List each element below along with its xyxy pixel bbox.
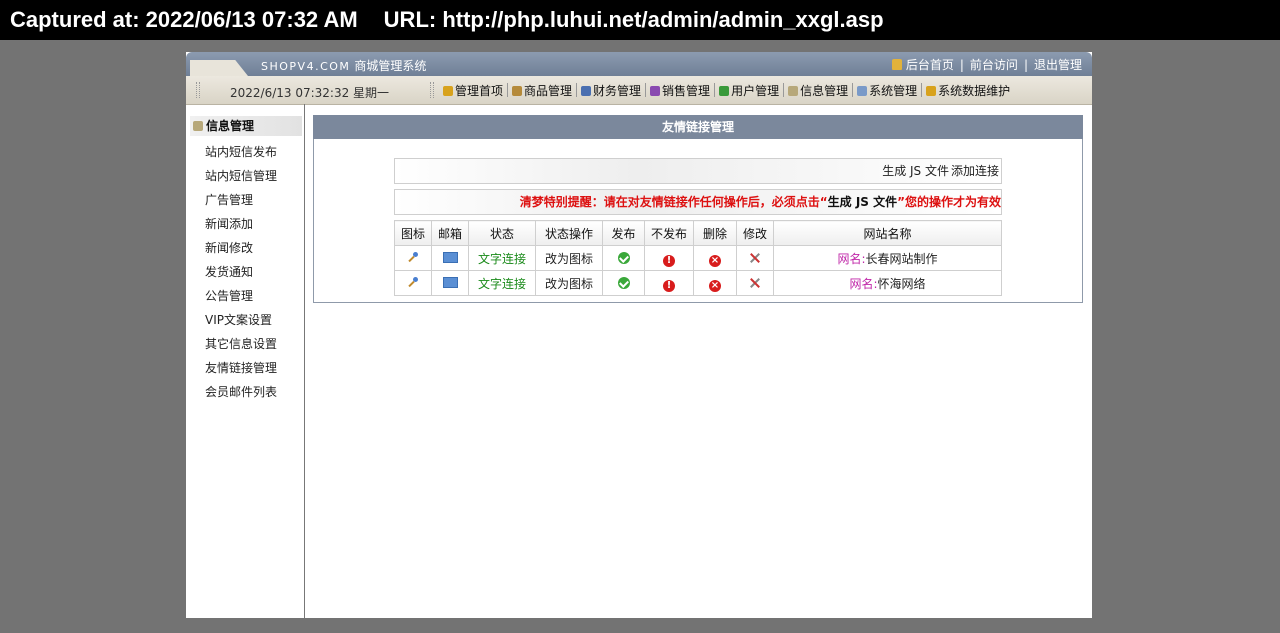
- sidebar-item-member-emails[interactable]: 会员邮件列表: [205, 380, 304, 404]
- table-header-row: 图标 邮箱 状态 状态操作 发布 不发布 删除 修改 网站名称: [394, 220, 1002, 246]
- header-top: SHOPV4.COM 商城管理系统 后台首页 | 前台访问 | 退出管理: [186, 52, 1092, 76]
- col-header-unpublish: 不发布: [644, 220, 694, 246]
- nav-item-home[interactable]: 管理首项: [440, 82, 506, 99]
- sidebar-item-sms-publish[interactable]: 站内短信发布: [205, 140, 304, 164]
- pin-icon[interactable]: [407, 252, 419, 264]
- notice-text: 清梦特别提醒：请在对友情链接作任何操作后，必须点击“: [519, 195, 828, 209]
- col-header-delete: 删除: [693, 220, 737, 246]
- unpublish-alert-icon[interactable]: !: [663, 279, 675, 292]
- top-links: 后台首页 | 前台访问 | 退出管理: [891, 56, 1082, 73]
- user-icon: [719, 86, 730, 96]
- info-icon: [193, 121, 203, 131]
- sidebar-item-news-add[interactable]: 新闻添加: [205, 212, 304, 236]
- page-title: 友情链接管理: [313, 115, 1083, 139]
- add-link-button[interactable]: 添加连接: [951, 164, 1001, 178]
- publish-check-icon[interactable]: [617, 277, 630, 289]
- pin-icon[interactable]: [407, 277, 419, 289]
- system-name: 商城管理系统: [354, 59, 427, 73]
- finance-icon: [581, 86, 592, 96]
- col-header-edit: 修改: [736, 220, 774, 246]
- col-header-status-action: 状态操作: [535, 220, 603, 246]
- sales-chart-icon: [650, 86, 661, 96]
- sidebar: 信息管理 站内短信发布 站内短信管理 广告管理 新闻添加 新闻修改 发货通知 公…: [186, 104, 305, 618]
- logo-text: SHOPV4.COM: [261, 60, 351, 73]
- col-header-site-name: 网站名称: [773, 220, 1002, 246]
- nav-item-sales[interactable]: 销售管理: [647, 82, 713, 99]
- nav-item-info[interactable]: 信息管理: [785, 82, 851, 99]
- status-text-link[interactable]: 文字连接: [478, 252, 526, 266]
- main-nav: 管理首项 商品管理 财务管理 销售管理 用户管理 信息管理 系统管理 系统数据维护: [440, 82, 1013, 99]
- mail-icon[interactable]: [442, 252, 458, 263]
- notice: 清梦特别提醒：请在对友情链接作任何操作后，必须点击“生成 JS 文件”您的操作才…: [394, 189, 1002, 215]
- lock-icon: [891, 59, 902, 70]
- nav-item-goods[interactable]: 商品管理: [509, 82, 575, 99]
- edit-tools-icon[interactable]: [748, 277, 762, 289]
- sidebar-item-news-edit[interactable]: 新闻修改: [205, 236, 304, 260]
- edit-tools-icon[interactable]: [748, 252, 762, 264]
- friend-links-table: 图标 邮箱 状态 状态操作 发布 不发布 删除 修改 网站名称 文字连接 改为图…: [394, 220, 1002, 296]
- capture-bar: Captured at: 2022/06/13 07:32 AM URL: htt…: [0, 0, 1280, 40]
- col-header-email: 邮箱: [431, 220, 469, 246]
- admin-frame: SHOPV4.COM 商城管理系统 后台首页 | 前台访问 | 退出管理 2022/6/1…: [186, 52, 1092, 618]
- sidebar-item-other-info[interactable]: 其它信息设置: [205, 332, 304, 356]
- sidebar-item-announcements[interactable]: 公告管理: [205, 284, 304, 308]
- sidebar-item-ads[interactable]: 广告管理: [205, 188, 304, 212]
- capture-time: Captured at: 2022/06/13 07:32 AM: [10, 7, 358, 32]
- sidebar-item-friend-links[interactable]: 友情链接管理: [205, 356, 304, 380]
- nav-item-finance[interactable]: 财务管理: [578, 82, 644, 99]
- notice-highlight: 生成 JS 文件: [827, 195, 898, 209]
- notice-text-end: ”您的操作才为有效: [897, 195, 1001, 209]
- grip-handle: [196, 82, 200, 98]
- delete-x-icon[interactable]: ×: [709, 254, 721, 267]
- col-header-status: 状态: [468, 220, 536, 246]
- grip-handle: [430, 82, 434, 98]
- header-bar: 2022/6/13 07:32:32 星期一 管理首项 商品管理 财务管理 销售管理用…: [186, 76, 1092, 105]
- nav-item-system[interactable]: 系统管理: [854, 82, 920, 99]
- unpublish-alert-icon[interactable]: !: [663, 254, 675, 267]
- nav-item-users[interactable]: 用户管理: [716, 82, 782, 99]
- change-to-icon-link[interactable]: 改为图标: [545, 277, 593, 291]
- trophy-icon: [443, 86, 453, 96]
- change-to-icon-link[interactable]: 改为图标: [545, 252, 593, 266]
- nav-item-data-maintenance[interactable]: 系统数据维护: [923, 82, 1013, 99]
- site-name-label: 网名:: [849, 276, 878, 291]
- capture-url: URL: http://php.luhui.net/admin/admin_xx…: [383, 7, 884, 32]
- site-name: 长春网站制作: [865, 251, 938, 266]
- col-header-icon: 图标: [394, 220, 432, 246]
- header-tab: [190, 60, 248, 76]
- mail-icon[interactable]: [442, 277, 458, 288]
- site-name-label: 网名:: [837, 251, 866, 266]
- publish-check-icon[interactable]: [617, 252, 630, 264]
- link-logout[interactable]: 退出管理: [1034, 58, 1082, 72]
- goods-icon: [512, 86, 523, 96]
- sidebar-item-sms-manage[interactable]: 站内短信管理: [205, 164, 304, 188]
- current-datetime: 2022/6/13 07:32:32 星期一: [230, 86, 390, 100]
- lock-icon: [926, 86, 937, 96]
- status-text-link[interactable]: 文字连接: [478, 277, 526, 291]
- sidebar-item-vip-copy[interactable]: VIP文案设置: [205, 308, 304, 332]
- site-name: 怀海网络: [877, 276, 926, 291]
- table-row: 文字连接 改为图标 ! × 网名:怀海网络: [394, 270, 1002, 296]
- brand: SHOPV4.COM 商城管理系统: [261, 57, 426, 74]
- link-frontend[interactable]: 前台访问: [970, 58, 1018, 72]
- sidebar-heading[interactable]: 信息管理: [190, 116, 302, 136]
- sidebar-item-shipping-notice[interactable]: 发货通知: [205, 260, 304, 284]
- system-icon: [857, 86, 868, 96]
- col-header-publish: 发布: [602, 220, 645, 246]
- generate-js-button[interactable]: 生成 JS 文件: [882, 164, 951, 178]
- delete-x-icon[interactable]: ×: [709, 279, 721, 292]
- table-row: 文字连接 改为图标 ! × 网名:长春网站制作: [394, 245, 1002, 271]
- toolbar: 生成 JS 文件 添加连接: [394, 158, 1002, 184]
- link-admin-home[interactable]: 后台首页: [906, 58, 954, 72]
- info-icon: [788, 86, 799, 96]
- sidebar-list: 站内短信发布 站内短信管理 广告管理 新闻添加 新闻修改 发货通知 公告管理 V…: [205, 140, 304, 404]
